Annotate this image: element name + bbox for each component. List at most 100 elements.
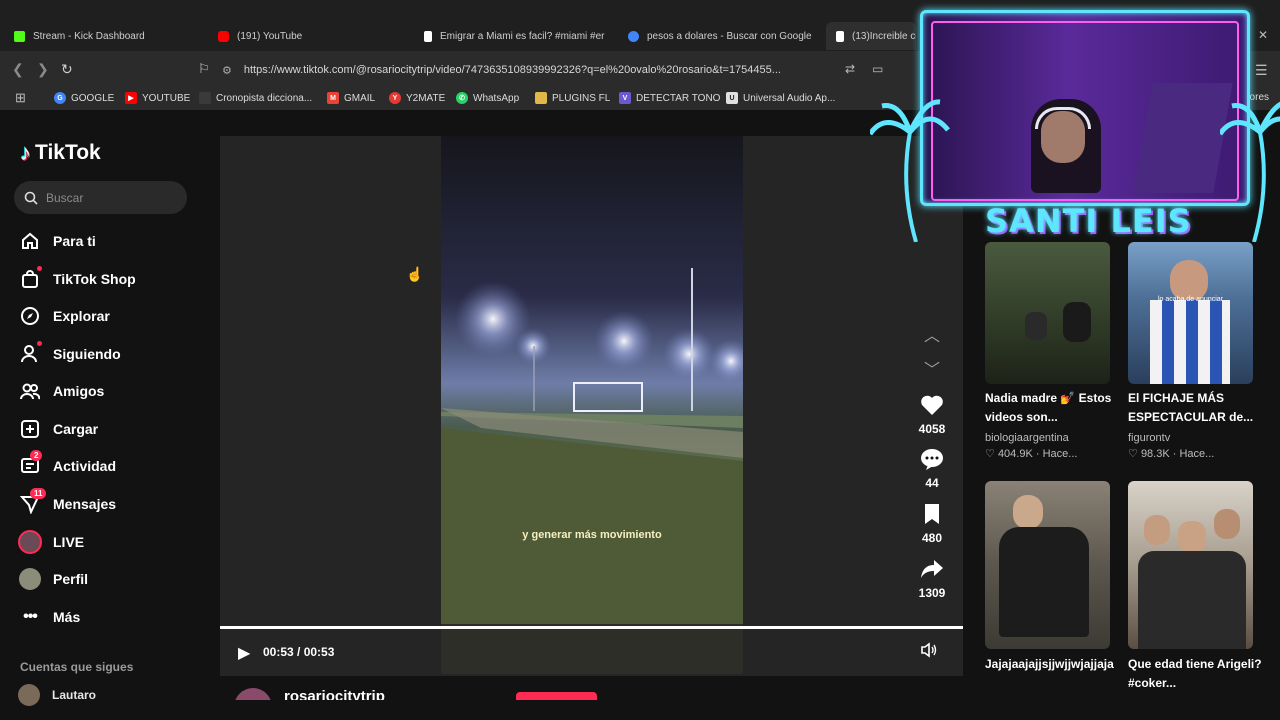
rec-author[interactable]: biologiaargentina	[985, 431, 1120, 446]
nav-cargar[interactable]: Cargar	[18, 416, 98, 442]
bookmark-label: YOUTUBE	[142, 92, 191, 104]
shop-icon	[18, 266, 42, 291]
like-count: 4058	[918, 422, 946, 436]
cast-icon[interactable]: ▭	[872, 62, 883, 76]
nav-amigos[interactable]: Amigos	[18, 378, 104, 404]
folder-icon	[535, 92, 547, 104]
nav-siguiendo[interactable]: Siguiendo	[18, 341, 121, 367]
rec-thumbnail[interactable]: lo acaba de anunciar	[1128, 242, 1253, 384]
author-name[interactable]: rosariocitytrip	[284, 688, 385, 700]
share-icon	[905, 558, 959, 584]
back-icon[interactable]: ❮	[12, 61, 24, 78]
tab-label: (191) YouTube	[237, 30, 303, 42]
nav-label: Más	[53, 609, 81, 625]
google-icon	[628, 30, 639, 42]
reload-icon[interactable]: ↻	[61, 61, 73, 78]
nav-label: TikTok Shop	[53, 271, 136, 287]
hand-cursor-icon: ☝	[406, 266, 424, 282]
video-scene	[441, 268, 743, 674]
thumb-object	[1063, 302, 1091, 342]
bookmark-label: Y2MATE	[406, 92, 446, 104]
tiktok-icon	[836, 30, 844, 42]
following-account[interactable]: Lautaro	[18, 684, 96, 706]
tab-kick-dashboard[interactable]: Stream - Kick Dashboard	[14, 22, 204, 50]
apps-grid-icon[interactable]: ⊞	[15, 90, 26, 106]
bookmark-gmail[interactable]: M GMAIL	[327, 92, 375, 104]
bookmark-whatsapp[interactable]: ✆ WhatsApp	[456, 92, 519, 104]
chevron-down-icon[interactable]: ﹀	[920, 356, 944, 380]
search-icon	[24, 191, 38, 205]
bookmark-youtube[interactable]: ▶ YOUTUBE	[125, 92, 190, 104]
nav-label: Explorar	[53, 308, 110, 324]
thumb-body	[999, 527, 1089, 637]
nav-mensajes[interactable]: 11 Mensajes	[18, 488, 117, 517]
bookmark-universal-audio[interactable]: U Universal Audio Ap...	[726, 92, 835, 104]
nav-perfil[interactable]: Perfil	[18, 566, 88, 592]
gmail-icon: M	[327, 92, 339, 104]
forward-icon[interactable]: ❯	[37, 61, 49, 78]
volume-icon[interactable]	[920, 642, 938, 662]
nav-label: Mensajes	[53, 496, 117, 512]
video-player[interactable]: y generar más movimiento ▶ 00:53 / 00:53	[220, 136, 963, 676]
like-button[interactable]: 4058	[905, 394, 959, 436]
nav-live[interactable]: LIVE	[18, 529, 84, 555]
tab-google-search[interactable]: pesos a dolares - Buscar con Google	[628, 22, 818, 50]
nav-para-ti[interactable]: Para ti	[18, 228, 96, 254]
account-name: Lautaro	[52, 688, 97, 702]
compass-icon	[18, 304, 42, 328]
v-icon: V	[619, 92, 631, 104]
address-bar[interactable]: ⚙ https://www.tiktok.com/@rosariocitytri…	[222, 57, 842, 83]
chevron-up-icon[interactable]: ︿	[920, 322, 944, 346]
nav-label: Para ti	[53, 233, 96, 249]
rec-time: Hace...	[1042, 448, 1078, 460]
heart-outline-icon: ♡	[985, 448, 995, 460]
translate-icon[interactable]: ⇄	[845, 62, 855, 76]
site-settings-icon[interactable]: ⚙	[222, 64, 232, 77]
bookmark-cronopista[interactable]: Cronopista dicciona...	[199, 92, 312, 104]
author-avatar[interactable]	[234, 688, 272, 700]
url-text: https://www.tiktok.com/@rosariocitytrip/…	[243, 64, 781, 76]
search-input[interactable]	[46, 190, 176, 205]
rec-title[interactable]: Que edad tiene Arigeli? #coker...	[1128, 655, 1263, 693]
logo-text: TikTok	[35, 141, 101, 164]
activity-badge: 2	[30, 450, 43, 461]
bookmark-label: GOOGLE	[71, 92, 115, 104]
nav-label: LIVE	[53, 534, 85, 550]
bookmark-detectar-tono[interactable]: V DETECTAR TONO	[619, 92, 720, 104]
share-button[interactable]: 1309	[905, 558, 959, 600]
rec-title[interactable]: El FICHAJE MÁS ESPECTACULAR de...	[1128, 389, 1263, 427]
nav-actividad[interactable]: 2 Actividad	[18, 450, 116, 479]
thumb-object	[1025, 312, 1047, 340]
nav-tiktok-shop[interactable]: TikTok Shop	[18, 266, 136, 292]
video-frame[interactable]	[441, 136, 743, 674]
nav-explorar[interactable]: Explorar	[18, 303, 110, 329]
bookmark-y2mate[interactable]: Y Y2MATE	[389, 92, 445, 104]
follow-button[interactable]	[516, 692, 597, 700]
video-subtitle: y generar más movimiento	[522, 529, 662, 541]
tiktok-logo[interactable]: ♪ TikTok	[20, 140, 101, 166]
play-icon[interactable]: ▶	[238, 643, 250, 663]
tab-tiktok-active[interactable]: (13)Increible co	[826, 22, 916, 50]
rec-thumbnail[interactable]	[985, 481, 1110, 649]
thumb-body	[1138, 551, 1246, 649]
more-icon: •••	[23, 608, 38, 625]
bookmark-google[interactable]: G GOOGLE	[54, 92, 114, 104]
nav-mas[interactable]: ••• Más	[18, 604, 80, 630]
rec-thumbnail[interactable]	[985, 242, 1110, 384]
bookmark-icon[interactable]: ⚐	[198, 61, 210, 77]
nav-label: Perfil	[53, 571, 89, 587]
comment-button[interactable]: 44	[905, 448, 959, 490]
comment-icon	[905, 448, 959, 474]
tab-tiktok-miami[interactable]: Emigrar a Miami es facil? #miami #er	[424, 22, 614, 50]
rec-title[interactable]: Jajajaajajjsjjwjjwjajjaja	[985, 655, 1120, 674]
progress-bar[interactable]	[220, 626, 963, 629]
bookmark-icon	[905, 503, 959, 529]
webcam-frame	[920, 10, 1250, 206]
rec-author[interactable]: figurontv	[1128, 431, 1263, 446]
tab-youtube[interactable]: (191) YouTube	[218, 22, 408, 50]
rec-thumbnail[interactable]	[1128, 481, 1253, 649]
save-button[interactable]: 480	[905, 503, 959, 545]
bookmark-plugins-folder[interactable]: PLUGINS FL	[535, 92, 610, 104]
tiktok-icon	[424, 30, 432, 42]
rec-title[interactable]: Nadia madre 💅 Estos videos son...	[985, 389, 1120, 427]
